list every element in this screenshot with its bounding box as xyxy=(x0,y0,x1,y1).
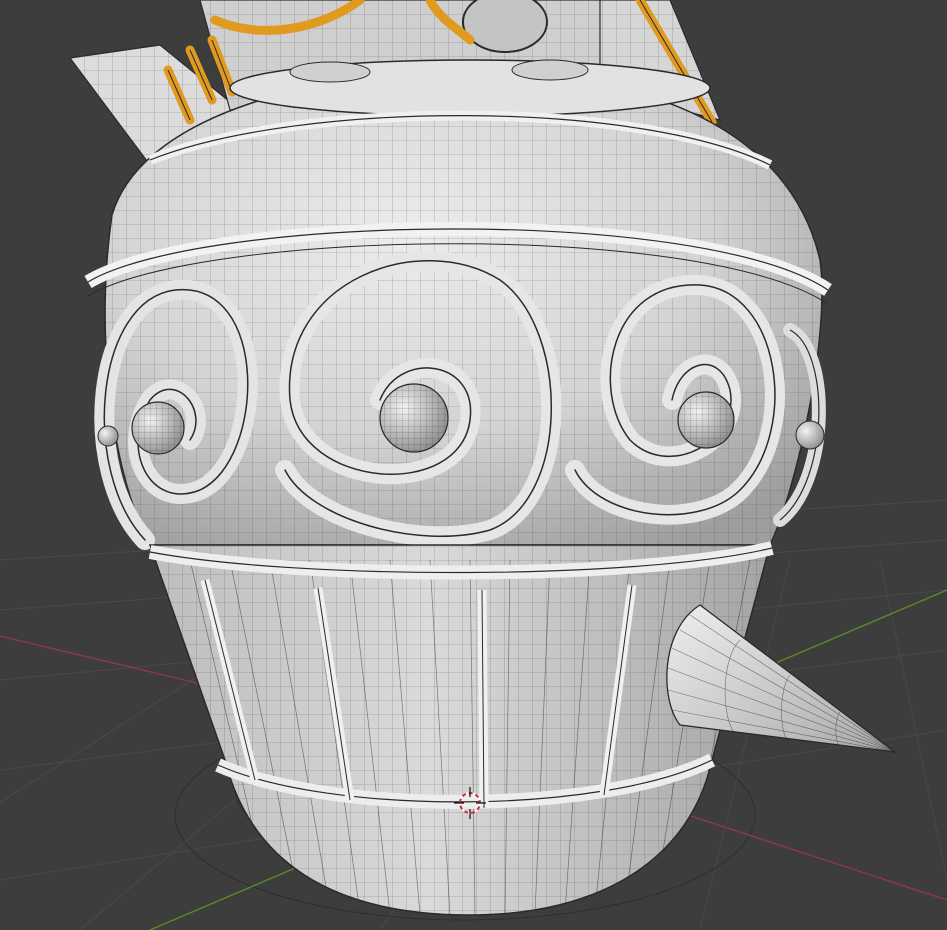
3d-viewport[interactable] xyxy=(0,0,947,930)
side-knob-left xyxy=(97,425,119,447)
base-basket xyxy=(148,541,774,916)
